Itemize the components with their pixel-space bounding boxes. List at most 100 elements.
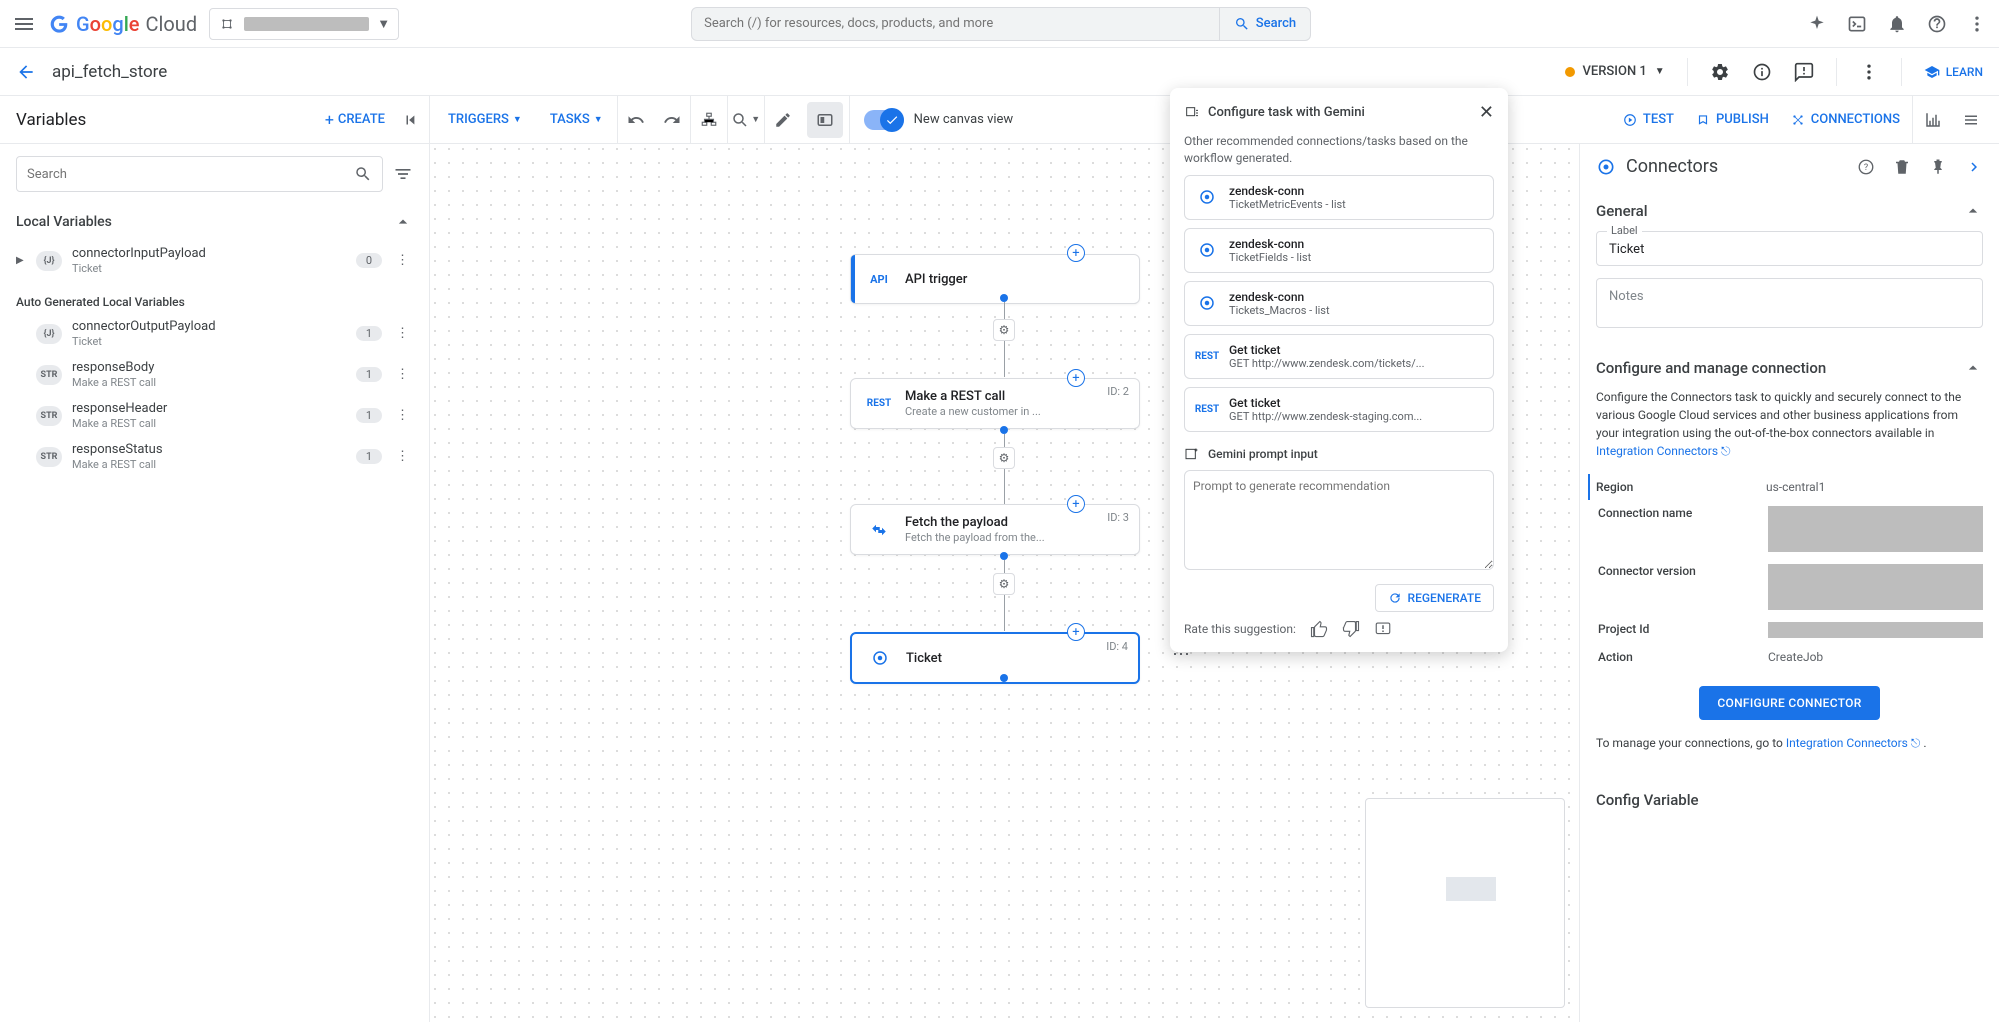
configure-description: Configure the Connectors task to quickly… (1596, 388, 1983, 460)
gcp-header: Google Cloud ▼ Search (0, 0, 1999, 48)
menu-icon[interactable] (12, 12, 36, 36)
connector-icon (1195, 185, 1219, 209)
toolbar: Variables + CREATE TRIGGERS▼ TASKS▼ ▼ Ne… (0, 96, 1999, 144)
delete-icon[interactable] (1893, 158, 1911, 176)
more-vert-icon[interactable] (1967, 14, 1987, 34)
prompt-icon (1184, 446, 1200, 462)
expand-icon[interactable]: ▶ (16, 255, 26, 266)
more-vert-icon[interactable]: ⋮ (392, 326, 413, 341)
terminal-icon[interactable] (1847, 14, 1867, 34)
help-icon[interactable]: ? (1857, 158, 1875, 176)
search-input[interactable] (692, 16, 1219, 31)
global-search[interactable]: Search (691, 7, 1311, 41)
report-icon[interactable] (1374, 620, 1392, 638)
learn-button[interactable]: LEARN (1924, 64, 1983, 80)
gemini-icon[interactable] (1807, 14, 1827, 34)
analytics-icon[interactable] (1915, 102, 1951, 138)
connector-icon (1195, 238, 1219, 262)
variables-title: Variables (0, 110, 102, 130)
zoom-icon[interactable]: ▼ (728, 102, 764, 138)
undo-icon[interactable] (618, 102, 654, 138)
label-field[interactable]: Label (1596, 231, 1983, 266)
test-button[interactable]: TEST (1613, 112, 1684, 127)
config-variable-header[interactable]: Config Variable (1596, 781, 1983, 819)
canvas-mode-icon[interactable] (807, 102, 843, 138)
add-icon[interactable]: + (1067, 244, 1085, 262)
variable-row[interactable]: STR responseStatusMake a REST call 1 ⋮ (0, 436, 429, 477)
logo-cloud-text: Cloud (146, 12, 198, 36)
minimap[interactable] (1365, 798, 1565, 1008)
pin-icon[interactable] (1929, 158, 1947, 176)
manage-connections-text: To manage your connections, go to Integr… (1596, 736, 1983, 751)
masked-value (1768, 622, 1983, 638)
rest-icon: REST (1195, 344, 1219, 368)
canvas-view-toggle[interactable] (864, 110, 904, 130)
general-section-header[interactable]: General (1596, 191, 1983, 231)
gemini-prompt-textarea[interactable] (1184, 470, 1494, 570)
collapse-panel-icon[interactable] (393, 102, 429, 138)
recommendation-item[interactable]: zendesk-connTicketFields - list (1184, 228, 1494, 273)
chevron-right-icon[interactable] (1965, 158, 1983, 176)
thumbs-down-icon[interactable] (1342, 620, 1360, 638)
gear-icon[interactable]: ⚙ (993, 319, 1015, 341)
gear-icon[interactable]: ⚙ (993, 573, 1015, 595)
project-icon (218, 15, 236, 33)
feedback-icon[interactable] (1794, 62, 1814, 82)
add-icon[interactable]: + (1067, 495, 1085, 513)
integration-connectors-link[interactable]: Integration Connectors ⎋ (1596, 444, 1731, 458)
create-button[interactable]: + CREATE (325, 110, 385, 129)
triggers-dropdown[interactable]: TRIGGERS▼ (434, 112, 536, 127)
version-selector[interactable]: VERSION 1 ▼ (1565, 64, 1665, 79)
variables-search[interactable] (16, 156, 383, 192)
variable-row[interactable]: STR responseHeaderMake a REST call 1 ⋮ (0, 395, 429, 436)
variable-row[interactable]: STR responseBodyMake a REST call 1 ⋮ (0, 354, 429, 395)
search-button[interactable]: Search (1219, 8, 1310, 40)
notes-field[interactable]: Notes (1596, 278, 1983, 328)
node-fetch-payload[interactable]: Fetch the payload Fetch the payload from… (850, 504, 1140, 555)
label-input[interactable] (1609, 242, 1970, 257)
node-api-trigger[interactable]: API API trigger (850, 254, 1140, 304)
project-selector[interactable]: ▼ (209, 8, 399, 40)
variable-row[interactable]: ▶ {J} connectorInputPayload Ticket 0 ⋮ (0, 240, 429, 281)
recommendation-item[interactable]: REST Get ticketGET http://www.zendesk-st… (1184, 387, 1494, 432)
regenerate-button[interactable]: REGENERATE (1375, 584, 1494, 612)
more-vert-icon[interactable] (1859, 62, 1879, 82)
configure-section-header[interactable]: Configure and manage connection (1596, 348, 1983, 388)
list-icon[interactable] (1953, 102, 1989, 138)
integration-connectors-link[interactable]: Integration Connectors ⎋ (1786, 736, 1921, 750)
recommendation-item[interactable]: zendesk-connTicketMetricEvents - list (1184, 175, 1494, 220)
more-vert-icon[interactable]: ⋮ (392, 367, 413, 382)
node-ticket[interactable]: Ticket ID: 4 (850, 632, 1140, 684)
close-icon[interactable]: ✕ (1479, 102, 1494, 123)
back-icon[interactable] (16, 62, 36, 82)
layout-icon[interactable] (691, 102, 727, 138)
bell-icon[interactable] (1887, 14, 1907, 34)
local-variables-header[interactable]: Local Variables (0, 204, 429, 240)
configure-connector-button[interactable]: CONFIGURE CONNECTOR (1699, 686, 1879, 720)
help-icon[interactable] (1927, 14, 1947, 34)
canvas[interactable]: API API trigger + ⚙ REST Make a REST cal… (430, 144, 1579, 1022)
gcp-logo[interactable]: Google Cloud (48, 12, 197, 36)
thumbs-up-icon[interactable] (1310, 620, 1328, 638)
info-icon[interactable] (1752, 62, 1772, 82)
add-icon[interactable]: + (1067, 623, 1085, 641)
recommendation-item[interactable]: REST Get ticketGET http://www.zendesk.co… (1184, 334, 1494, 379)
more-vert-icon[interactable]: ⋮ (392, 253, 413, 268)
status-dot-icon (1565, 67, 1575, 77)
add-icon[interactable]: + (1067, 369, 1085, 387)
variables-search-input[interactable] (27, 167, 354, 182)
recommendation-item[interactable]: zendesk-connTickets_Macros - list (1184, 281, 1494, 326)
type-badge: STR (36, 447, 62, 467)
gear-icon[interactable] (1710, 62, 1730, 82)
sort-icon[interactable] (393, 164, 413, 184)
gear-icon[interactable]: ⚙ (993, 447, 1015, 469)
tasks-dropdown[interactable]: TASKS▼ (536, 112, 617, 127)
connections-button[interactable]: CONNECTIONS (1781, 112, 1910, 127)
more-vert-icon[interactable]: ⋮ (392, 408, 413, 423)
variable-row[interactable]: {J} connectorOutputPayloadTicket 1 ⋮ (0, 313, 429, 354)
edit-icon[interactable] (765, 102, 801, 138)
redo-icon[interactable] (654, 102, 690, 138)
node-rest-call[interactable]: REST Make a REST call Create a new custo… (850, 378, 1140, 429)
more-vert-icon[interactable]: ⋮ (392, 449, 413, 464)
publish-button[interactable]: PUBLISH (1686, 112, 1779, 127)
